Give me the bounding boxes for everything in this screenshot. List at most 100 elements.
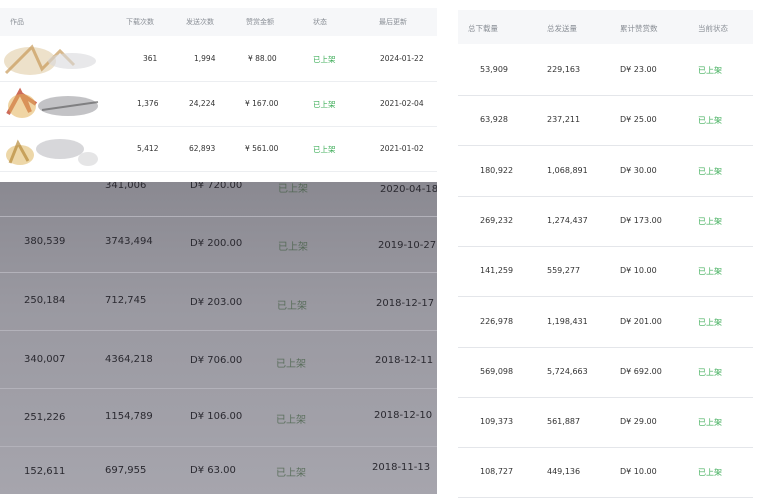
status-badge: 已上架 — [313, 145, 336, 154]
status-badge: 已上架 — [313, 55, 336, 64]
photo-cell: 250,184 — [24, 295, 66, 306]
total-sends-value: 1,274,437 — [547, 215, 588, 225]
work-thumbnail[interactable] — [2, 39, 102, 79]
table-row[interactable]: 141,259 559,277 D¥ 10.00 已上架 — [458, 246, 753, 298]
updated-date: 2021-01-02 — [380, 144, 424, 153]
amount-value: ¥ 167.00 — [245, 99, 279, 108]
table-row[interactable]: 63,928 237,211 D¥ 25.00 已上架 — [458, 95, 753, 147]
total-sends-value: 1,068,891 — [547, 165, 588, 175]
photo-cell: 380,539 — [24, 236, 66, 247]
total-rewards-value: D¥ 25.00 — [620, 115, 657, 125]
table-row[interactable]: 5,412 62,893 ¥ 561.00 已上架 2021-01-02 — [0, 127, 437, 172]
total-sends-value: 561,887 — [547, 417, 581, 427]
total-rewards-value: D¥ 10.00 — [620, 467, 657, 477]
total-rewards-value: D¥ 173.00 — [620, 215, 662, 225]
downloads-value: 1,376 — [137, 99, 159, 108]
photo-cell: D¥ 106.00 — [190, 411, 243, 422]
photo-cell: 已上架 — [276, 468, 306, 479]
total-downloads-value: 226,978 — [480, 316, 514, 326]
total-downloads-value: 53,909 — [480, 65, 508, 74]
amount-value: ¥ 88.00 — [248, 54, 277, 63]
header-total-sends: 总发送量 — [547, 24, 577, 33]
table-row[interactable]: 226,978 1,198,431 D¥ 201.00 已上架 — [458, 297, 753, 348]
total-rewards-value: D¥ 692.00 — [620, 366, 662, 376]
photo-row: 251,226 1154,789 D¥ 106.00 已上架 2018-12-1… — [0, 388, 437, 446]
photographed-table: 341,006 D¥ 720.00 已上架 2020-04-18 380,539… — [0, 182, 437, 494]
photo-cell: D¥ 720.00 — [190, 182, 243, 191]
table-row[interactable]: 1,376 24,224 ¥ 167.00 已上架 2021-02-04 — [0, 82, 437, 127]
table-header: 总下载量 总发送量 累计赞赏数 当前状态 — [458, 10, 753, 44]
status-badge: 已上架 — [698, 66, 722, 75]
header-status: 状态 — [313, 18, 327, 26]
photo-cell: 4364,218 — [105, 354, 153, 365]
photo-cell: D¥ 200.00 — [190, 238, 243, 249]
photo-cell: 2020-04-18 — [380, 184, 437, 195]
photo-cell: 已上架 — [276, 415, 306, 426]
photo-cell: 已上架 — [277, 301, 307, 312]
photo-cell: D¥ 203.00 — [190, 297, 243, 308]
work-thumbnail[interactable] — [2, 129, 102, 169]
photo-cell: 2019-10-27 — [378, 240, 437, 251]
photo-cell: 2018-12-10 — [374, 410, 433, 421]
photo-cell: D¥ 63.00 — [190, 465, 236, 476]
total-downloads-value: 109,373 — [480, 417, 514, 427]
downloads-value: 361 — [143, 54, 158, 63]
table-header: 作品 下载次数 发送次数 赞赏金额 状态 最后更新 — [0, 8, 437, 36]
work-thumbnail[interactable] — [2, 84, 102, 124]
status-badge: 已上架 — [313, 100, 336, 109]
status-badge: 已上架 — [698, 468, 722, 478]
status-badge: 已上架 — [698, 116, 722, 126]
status-badge: 已上架 — [698, 317, 722, 327]
photo-cell: 1154,789 — [105, 411, 153, 422]
status-badge: 已上架 — [698, 267, 722, 277]
sends-value: 1,994 — [194, 54, 216, 63]
table-row[interactable]: 180,922 1,068,891 D¥ 30.00 已上架 — [458, 146, 753, 197]
status-badge: 已上架 — [698, 418, 722, 428]
top-works-table: 作品 下载次数 发送次数 赞赏金额 状态 最后更新 361 1,994 ¥ 88… — [0, 8, 437, 182]
header-downloads: 下载次数 — [126, 18, 154, 26]
table-row[interactable]: 108,727 449,136 D¥ 10.00 已上架 — [458, 447, 753, 498]
summary-table: 总下载量 总发送量 累计赞赏数 当前状态 53,909 229,163 D¥ 23.… — [458, 10, 753, 498]
photo-cell: 已上架 — [278, 184, 308, 195]
total-sends-value: 237,211 — [547, 115, 581, 125]
updated-date: 2024-01-22 — [380, 54, 424, 63]
amount-value: ¥ 561.00 — [245, 144, 279, 153]
table-row[interactable]: 361 1,994 ¥ 88.00 已上架 2024-01-22 — [0, 37, 437, 82]
photo-cell: 2018-12-11 — [375, 355, 434, 366]
table-row[interactable]: 269,232 1,274,437 D¥ 173.00 已上架 — [458, 196, 753, 247]
photo-cell: D¥ 706.00 — [190, 355, 243, 366]
header-total-rewards: 累计赞赏数 — [620, 24, 658, 33]
total-rewards-value: D¥ 201.00 — [620, 316, 662, 326]
photo-row: 340,007 4364,218 D¥ 706.00 已上架 2018-12-1… — [0, 330, 437, 388]
total-sends-value: 229,163 — [547, 65, 581, 74]
photo-cell: 已上架 — [276, 359, 306, 370]
header-amount: 赞赏金额 — [246, 18, 274, 26]
total-sends-value: 449,136 — [547, 467, 581, 477]
photo-row: 250,184 712,745 D¥ 203.00 已上架 2018-12-17 — [0, 272, 437, 330]
total-sends-value: 1,198,431 — [547, 316, 588, 326]
photo-cell: 340,007 — [24, 354, 66, 365]
downloads-value: 5,412 — [137, 144, 159, 153]
header-updated: 最后更新 — [379, 18, 407, 26]
photo-cell: 251,226 — [24, 412, 66, 423]
table-row[interactable]: 569,098 5,724,663 D¥ 692.00 已上架 — [458, 347, 753, 398]
total-downloads-value: 180,922 — [480, 165, 514, 175]
photo-cell: 712,745 — [105, 295, 147, 306]
header-work: 作品 — [10, 18, 24, 26]
status-badge: 已上架 — [698, 367, 722, 377]
photo-cell: 697,955 — [105, 465, 147, 476]
table-row[interactable]: 53,909 229,163 D¥ 23.00 已上架 — [458, 45, 753, 96]
header-total-downloads: 总下载量 — [468, 24, 498, 33]
total-downloads-value: 569,098 — [480, 366, 514, 376]
photo-cell: 2018-11-13 — [372, 462, 431, 473]
total-rewards-value: D¥ 23.00 — [620, 65, 657, 74]
header-current-status: 当前状态 — [698, 24, 728, 33]
total-sends-value: 559,277 — [547, 266, 581, 276]
photo-cell: 已上架 — [278, 242, 308, 253]
updated-date: 2021-02-04 — [380, 99, 424, 108]
sends-value: 62,893 — [189, 144, 216, 153]
photo-cell: 152,611 — [24, 466, 66, 477]
total-downloads-value: 63,928 — [480, 115, 508, 125]
table-row[interactable]: 109,373 561,887 D¥ 29.00 已上架 — [458, 397, 753, 449]
total-rewards-value: D¥ 30.00 — [620, 165, 657, 175]
